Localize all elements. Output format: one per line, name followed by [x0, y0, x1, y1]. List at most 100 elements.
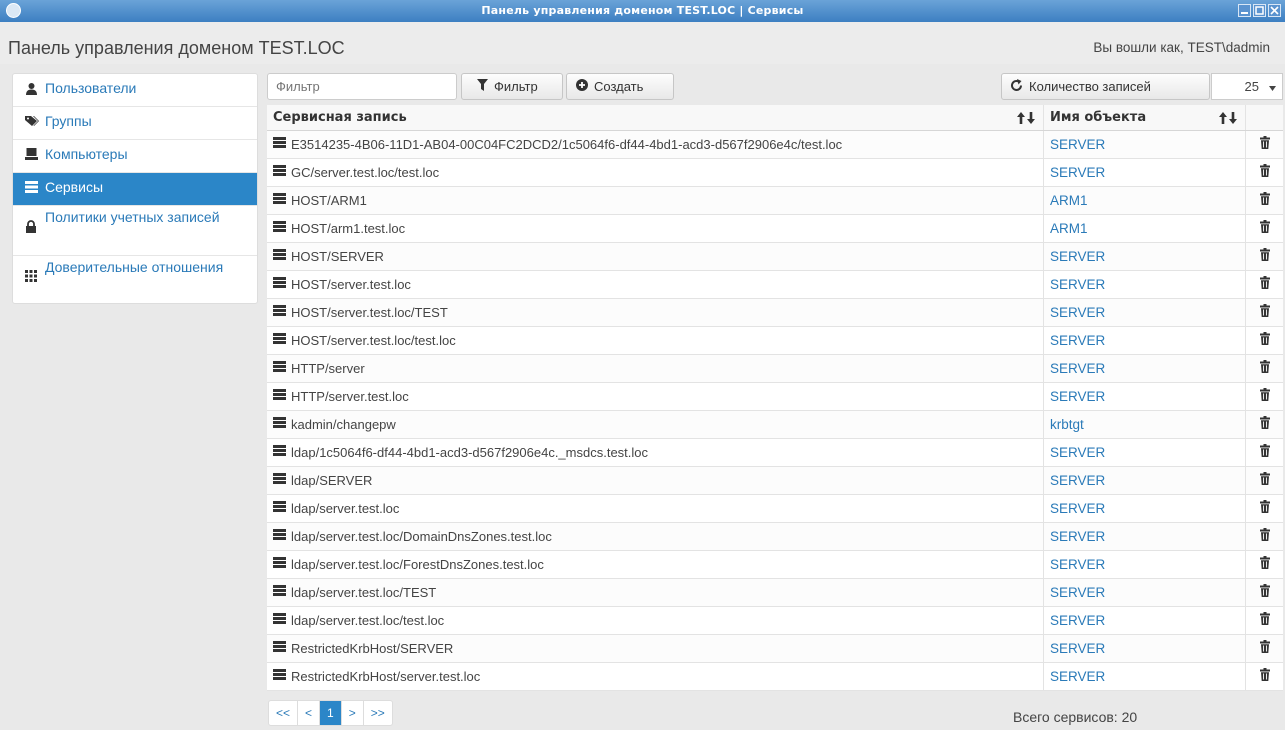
trash-icon[interactable]: [1259, 556, 1270, 573]
service-name: HOST/SERVER: [291, 249, 384, 264]
trash-icon[interactable]: [1259, 472, 1270, 489]
sidebar-item-users[interactable]: Пользователи: [13, 74, 257, 107]
table-row[interactable]: ldap/server.test.loc/ForestDnsZones.test…: [267, 551, 1283, 579]
delete-cell: [1246, 383, 1283, 410]
trash-icon[interactable]: [1259, 360, 1270, 377]
records-per-page-select[interactable]: 25: [1211, 73, 1283, 100]
lock-icon: [25, 210, 45, 233]
object-link[interactable]: SERVER: [1050, 613, 1105, 628]
column-header-object[interactable]: Имя объекта: [1044, 105, 1246, 130]
table-row[interactable]: ldap/server.test.loc SERVER: [267, 495, 1283, 523]
page-prev-button[interactable]: <: [298, 701, 321, 725]
trash-icon[interactable]: [1259, 304, 1270, 321]
page-current-button[interactable]: 1: [320, 701, 342, 725]
sort-arrows-icon[interactable]: [1219, 111, 1237, 124]
maximize-icon[interactable]: [1253, 4, 1266, 17]
object-link[interactable]: SERVER: [1050, 333, 1105, 348]
server-icon: [273, 193, 286, 208]
trash-icon[interactable]: [1259, 192, 1270, 209]
object-cell: SERVER: [1044, 439, 1246, 466]
page-next-button[interactable]: >: [342, 701, 364, 725]
object-link[interactable]: SERVER: [1050, 557, 1105, 572]
table-row[interactable]: HOST/server.test.loc SERVER: [267, 271, 1283, 299]
create-button[interactable]: Создать: [566, 73, 674, 100]
sidebar-item-services[interactable]: Сервисы: [13, 173, 257, 206]
object-link[interactable]: SERVER: [1050, 529, 1105, 544]
table-row[interactable]: HTTP/server SERVER: [267, 355, 1283, 383]
page-first-button[interactable]: <<: [269, 701, 299, 725]
refresh-button[interactable]: Количество записей: [1001, 73, 1210, 100]
object-cell: SERVER: [1044, 523, 1246, 550]
object-cell: SERVER: [1044, 327, 1246, 354]
sidebar-item-groups[interactable]: Группы: [13, 107, 257, 140]
trash-icon[interactable]: [1259, 612, 1270, 629]
trash-icon[interactable]: [1259, 416, 1270, 433]
page-last-button[interactable]: >>: [364, 701, 392, 725]
server-icon: [273, 361, 286, 376]
service-name: ldap/server.test.loc/ForestDnsZones.test…: [291, 557, 544, 572]
trash-icon[interactable]: [1259, 444, 1270, 461]
trash-icon[interactable]: [1259, 220, 1270, 237]
service-cell: GC/server.test.loc/test.loc: [267, 159, 1044, 186]
object-link[interactable]: krbtgt: [1050, 417, 1084, 432]
trash-icon[interactable]: [1259, 584, 1270, 601]
table-row[interactable]: E3514235-4B06-11D1-AB04-00C04FC2DCD2/1c5…: [267, 131, 1283, 159]
delete-cell: [1246, 467, 1283, 494]
object-link[interactable]: SERVER: [1050, 277, 1105, 292]
object-link[interactable]: SERVER: [1050, 585, 1105, 600]
sidebar-item-trusts[interactable]: Доверительные отношения: [13, 256, 257, 303]
pagination: << < 1 > >>: [268, 700, 393, 726]
object-link[interactable]: SERVER: [1050, 501, 1105, 516]
trash-icon[interactable]: [1259, 332, 1270, 349]
object-link[interactable]: SERVER: [1050, 669, 1105, 684]
trash-icon[interactable]: [1259, 388, 1270, 405]
object-cell: SERVER: [1044, 635, 1246, 662]
close-icon[interactable]: [1268, 4, 1281, 17]
trash-icon[interactable]: [1259, 248, 1270, 265]
table-row[interactable]: HOST/server.test.loc/TEST SERVER: [267, 299, 1283, 327]
object-link[interactable]: ARM1: [1050, 221, 1088, 236]
object-link[interactable]: SERVER: [1050, 249, 1105, 264]
table-row[interactable]: ldap/1c5064f6-df44-4bd1-acd3-d567f2906e4…: [267, 439, 1283, 467]
trash-icon[interactable]: [1259, 640, 1270, 657]
table-row[interactable]: HOST/SERVER SERVER: [267, 243, 1283, 271]
object-link[interactable]: ARM1: [1050, 193, 1088, 208]
object-cell: SERVER: [1044, 159, 1246, 186]
object-link[interactable]: SERVER: [1050, 361, 1105, 376]
trash-icon[interactable]: [1259, 500, 1270, 517]
filter-button[interactable]: Фильтр: [461, 73, 563, 100]
delete-cell: [1246, 495, 1283, 522]
object-link[interactable]: SERVER: [1050, 473, 1105, 488]
table-row[interactable]: ldap/server.test.loc/DomainDnsZones.test…: [267, 523, 1283, 551]
trash-icon[interactable]: [1259, 136, 1270, 153]
table-row[interactable]: ldap/SERVER SERVER: [267, 467, 1283, 495]
table-row[interactable]: HOST/ARM1 ARM1: [267, 187, 1283, 215]
filter-input[interactable]: [267, 73, 457, 100]
object-link[interactable]: SERVER: [1050, 137, 1105, 152]
object-link[interactable]: SERVER: [1050, 389, 1105, 404]
table-row[interactable]: RestrictedKrbHost/server.test.loc SERVER: [267, 663, 1283, 691]
object-link[interactable]: SERVER: [1050, 641, 1105, 656]
table-row[interactable]: HOST/arm1.test.loc ARM1: [267, 215, 1283, 243]
sidebar-item-account-policies[interactable]: Политики учетных записей: [13, 206, 257, 256]
table-row[interactable]: kadmin/changepw krbtgt: [267, 411, 1283, 439]
trash-icon[interactable]: [1259, 528, 1270, 545]
filter-button-label: Фильтр: [494, 79, 538, 94]
sidebar-item-computers[interactable]: Компьютеры: [13, 140, 257, 173]
trash-icon[interactable]: [1259, 276, 1270, 293]
table-row[interactable]: GC/server.test.loc/test.loc SERVER: [267, 159, 1283, 187]
object-link[interactable]: SERVER: [1050, 445, 1105, 460]
table-row[interactable]: HOST/server.test.loc/test.loc SERVER: [267, 327, 1283, 355]
delete-cell: [1246, 551, 1283, 578]
table-row[interactable]: ldap/server.test.loc/test.loc SERVER: [267, 607, 1283, 635]
minimize-icon[interactable]: [1238, 4, 1251, 17]
column-header-service[interactable]: Сервисная запись: [267, 105, 1044, 130]
table-row[interactable]: ldap/server.test.loc/TEST SERVER: [267, 579, 1283, 607]
trash-icon[interactable]: [1259, 164, 1270, 181]
object-link[interactable]: SERVER: [1050, 165, 1105, 180]
sort-arrows-icon[interactable]: [1017, 111, 1035, 124]
table-row[interactable]: RestrictedKrbHost/SERVER SERVER: [267, 635, 1283, 663]
trash-icon[interactable]: [1259, 668, 1270, 685]
table-row[interactable]: HTTP/server.test.loc SERVER: [267, 383, 1283, 411]
object-link[interactable]: SERVER: [1050, 305, 1105, 320]
